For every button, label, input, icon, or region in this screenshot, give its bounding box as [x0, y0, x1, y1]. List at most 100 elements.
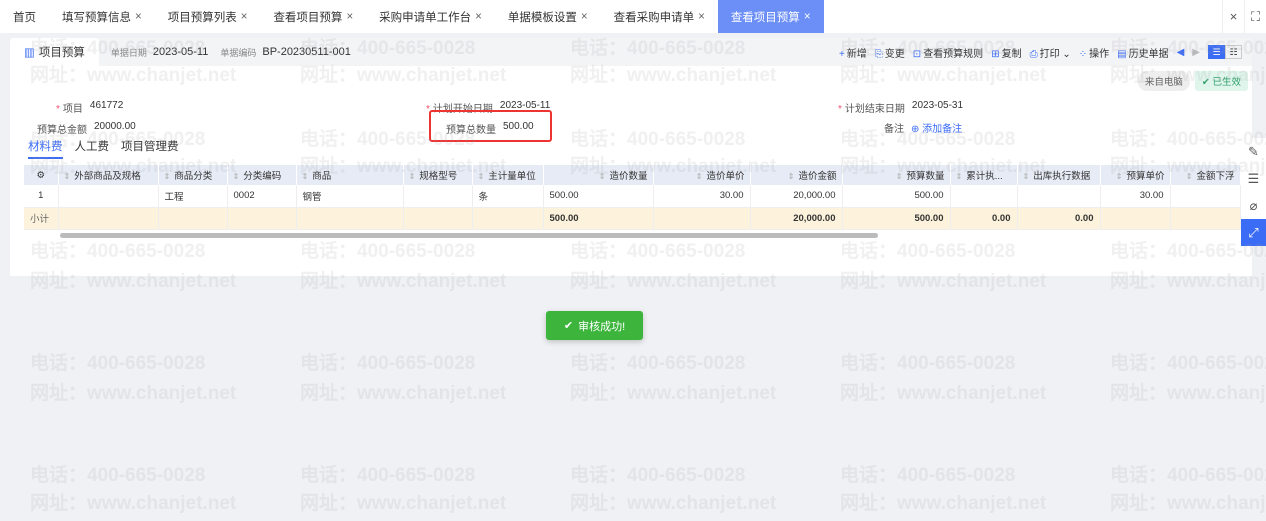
source-badge: 来自电脑	[1137, 71, 1190, 91]
tab-1[interactable]: 填写预算信息 ×	[49, 0, 155, 33]
close-tab-icon[interactable]: ×	[135, 11, 142, 23]
watermark-text: 网址：www.chanjet.net	[570, 383, 777, 404]
column-header[interactable]: ⇕ 商品分类	[158, 165, 228, 185]
table-cell	[1100, 207, 1171, 230]
code-label: 单据编码	[220, 47, 257, 58]
chart-icon: ▥	[24, 47, 35, 59]
sort-icon[interactable]: ⇕	[1116, 172, 1123, 181]
sort-icon[interactable]: ⇕	[956, 172, 963, 181]
sort-icon[interactable]: ⇕	[164, 172, 171, 181]
new-button[interactable]: + 新增	[839, 45, 867, 60]
column-header[interactable]: ⇕ 金额下浮	[1170, 165, 1241, 185]
table-cell	[403, 207, 473, 230]
tab-labor[interactable]: 人工费	[75, 138, 110, 159]
table-cell	[950, 185, 1018, 208]
change-button[interactable]: ⎘ 变更	[875, 45, 905, 60]
history-button[interactable]: ▤ 历史单据	[1117, 45, 1168, 60]
sort-icon[interactable]: ⇕	[1186, 172, 1193, 181]
sort-icon[interactable]: ⇕	[478, 172, 485, 181]
document-icon: ▤	[1117, 48, 1127, 60]
watermark-text: 电话：400-665-0028	[840, 465, 1016, 486]
table-cell: 条	[472, 185, 544, 208]
column-header[interactable]: ⇕ 分类编码	[227, 165, 297, 185]
table-cell: 0002	[227, 185, 297, 208]
table-cell: 20,000.00	[750, 207, 843, 230]
column-header[interactable]: ⇕ 造价数量	[543, 165, 654, 185]
close-tab-icon[interactable]: ×	[346, 11, 353, 23]
notes-icon[interactable]: ✎	[1241, 138, 1266, 165]
tab-management[interactable]: 项目管理费	[121, 138, 179, 159]
column-header[interactable]: ⇕ 造价单价	[653, 165, 751, 185]
watermark-text: 电话：400-665-0028	[1110, 353, 1266, 374]
list-view-icon[interactable]: ☰	[1208, 45, 1225, 59]
sort-icon[interactable]: ⇕	[696, 172, 703, 181]
sort-icon[interactable]: ⇕	[896, 172, 903, 181]
attachment-icon[interactable]: ⌀	[1241, 192, 1266, 219]
tab-2[interactable]: 项目预算列表 ×	[155, 0, 261, 33]
table-cell: 1	[24, 185, 59, 208]
settings-icon[interactable]: ⚙	[24, 165, 59, 185]
watermark-text: 网址：www.chanjet.net	[300, 383, 507, 404]
watermark-text: 电话：400-665-0028	[840, 353, 1016, 374]
add-remark-link[interactable]: ⊕ 添加备注	[911, 120, 962, 135]
table-cell	[58, 185, 159, 208]
next-icon[interactable]: ▶	[1192, 47, 1200, 58]
tab-0[interactable]: 首页	[0, 0, 49, 33]
edit-icon: ⎘	[874, 48, 883, 60]
print-button[interactable]: ⎙ 打印 ⌄	[1030, 45, 1071, 60]
column-header[interactable]: ⇕ 累计执...	[950, 165, 1018, 185]
tab-material[interactable]: 材料费	[28, 138, 63, 159]
table-cell	[227, 207, 297, 230]
column-header[interactable]: ⇕ 造价金额	[750, 165, 843, 185]
status-badge: ✔ 已生效	[1194, 71, 1248, 91]
table-cell: 0.00	[1017, 207, 1101, 230]
fullscreen-icon[interactable]: ⛶	[1244, 0, 1266, 33]
sort-icon[interactable]: ⇕	[409, 172, 416, 181]
sort-icon[interactable]: ⇕	[64, 172, 71, 181]
close-tab-icon[interactable]: ×	[581, 11, 588, 23]
detail-view-icon[interactable]: ☷	[1225, 45, 1242, 59]
doc-date: 2023-05-11	[152, 46, 209, 58]
tab-7[interactable]: 查看项目预算 ×	[717, 0, 824, 33]
column-header[interactable]: ⇕ 预算数量	[842, 165, 951, 185]
column-header[interactable]: ⇕ 商品	[296, 165, 404, 185]
column-header[interactable]: ⇕ 主计量单位	[472, 165, 544, 185]
cost-tabs: 材料费 人工费 项目管理费	[28, 138, 179, 159]
operations-button[interactable]: ⁘ 操作	[1079, 45, 1109, 60]
table-cell	[1170, 207, 1241, 230]
tab-6[interactable]: 查看采购申请单 ×	[601, 0, 718, 33]
tab-3[interactable]: 查看项目预算 ×	[260, 0, 366, 33]
prev-icon[interactable]: ◀	[1177, 47, 1185, 58]
highlight-box	[429, 110, 552, 142]
doc-code: BP-20230511-001	[262, 46, 351, 58]
view-rules-button[interactable]: ⊡ 查看预算规则	[913, 45, 983, 60]
close-all-icon[interactable]: ×	[1222, 0, 1244, 33]
sort-icon[interactable]: ⇕	[599, 172, 606, 181]
subtotal-row: 小计 500.00 20,000.00 500.00 0.00 0.00	[24, 207, 1241, 230]
column-header[interactable]: ⇕ 预算单价	[1100, 165, 1171, 185]
table-cell	[158, 207, 228, 230]
close-tab-icon[interactable]: ×	[698, 11, 705, 23]
close-tab-icon[interactable]: ×	[804, 11, 811, 23]
close-tab-icon[interactable]: ×	[241, 11, 248, 23]
sort-icon[interactable]: ⇕	[302, 172, 309, 181]
field-project: * 项目 461772	[56, 100, 124, 115]
tab-4[interactable]: 采购申请单工作台 ×	[366, 0, 495, 33]
tab-5[interactable]: 单据模板设置 ×	[495, 0, 601, 33]
doc-tab-project-budget[interactable]: ▥ 项目预算	[10, 38, 99, 66]
column-header[interactable]: ⇕ 外部商品及规格	[58, 165, 159, 185]
horizontal-scrollbar[interactable]	[60, 233, 878, 238]
sort-icon[interactable]: ⇕	[1023, 172, 1030, 181]
table-cell	[653, 207, 751, 230]
column-header[interactable]: ⇕ 出库执行数据	[1017, 165, 1101, 185]
watermark-text: 网址：www.chanjet.net	[30, 493, 237, 514]
copy-button[interactable]: ⊞ 复制	[991, 45, 1021, 60]
table-row: 1 工程 0002 钢管条 500.00 30.00 20,000.00 500.00 30.0…	[24, 185, 1241, 208]
expand-icon[interactable]: ⤢	[1241, 219, 1266, 246]
close-tab-icon[interactable]: ×	[475, 11, 482, 23]
chevron-down-icon[interactable]: ⌄	[1062, 49, 1070, 60]
sort-icon[interactable]: ⇕	[233, 172, 240, 181]
list-doc-icon[interactable]: ☰	[1241, 165, 1266, 192]
sort-icon[interactable]: ⇕	[788, 172, 795, 181]
column-header[interactable]: ⇕ 规格型号	[403, 165, 473, 185]
